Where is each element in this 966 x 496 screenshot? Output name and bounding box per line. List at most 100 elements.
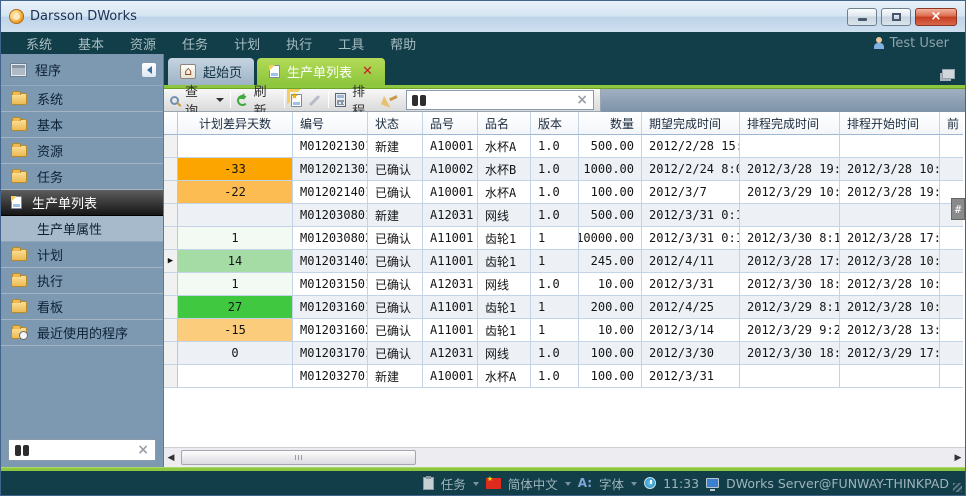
column-header[interactable]: 品名 (478, 112, 531, 135)
table-row[interactable]: ▶ 14 M012031402 已确认 A11001 齿轮1 1 245.00 … (164, 250, 965, 273)
menu-item[interactable]: 资源 (117, 34, 169, 53)
hash-marker[interactable]: # (951, 198, 965, 220)
close-button[interactable]: × (915, 8, 957, 26)
sidebar-item[interactable]: 系统 (1, 86, 163, 112)
column-header[interactable]: 计划差异天数 (178, 112, 293, 135)
maximize-button[interactable] (881, 8, 911, 26)
window-list-icon[interactable] (942, 69, 955, 79)
column-header[interactable]: 品号 (423, 112, 478, 135)
sidebar-item[interactable]: 执行 (1, 268, 163, 294)
sidebar-item-icon (11, 275, 27, 287)
resize-grip[interactable] (953, 483, 962, 492)
column-header[interactable]: 期望完成时间 (642, 112, 740, 135)
row-selector[interactable]: ▶ (164, 227, 178, 250)
column-header[interactable]: 排程开始时间 (840, 112, 940, 135)
sidebar-search-clear-icon[interactable]: × (137, 443, 149, 457)
toolbar: 查询 刷新 排程 × (164, 89, 601, 112)
row-selector[interactable]: ▶ (164, 158, 178, 181)
row-selector[interactable]: ▶ (164, 342, 178, 365)
menu-item[interactable]: 帮助 (377, 34, 429, 53)
row-selector[interactable]: ▶ (164, 135, 178, 158)
menu-item[interactable]: 执行 (273, 34, 325, 53)
table-row[interactable]: ▶ M012032701 新建 A10001 水杯A 1.0 100.00 20… (164, 365, 965, 388)
table-row[interactable]: ▶ -22 M012021401 已确认 A10001 水杯A 1.0 100.… (164, 181, 965, 204)
table-row[interactable]: ▶ 0 M012031701 已确认 A12031 网线 1.0 100.00 … (164, 342, 965, 365)
sidebar-item-label: 计划 (37, 245, 63, 264)
sidebar-item[interactable]: 最近使用的程序 (1, 320, 163, 346)
column-header[interactable]: 前 (940, 112, 963, 135)
sidebar-collapse-button[interactable] (141, 62, 157, 78)
task-menu[interactable]: 任务 (441, 474, 466, 493)
query-dropdown-icon[interactable] (216, 98, 224, 106)
language-dropdown-icon[interactable] (565, 482, 571, 489)
cell-status: 已确认 (368, 181, 423, 204)
horizontal-scrollbar[interactable]: ◀ ▶ (164, 447, 965, 467)
sidebar-item[interactable]: 任务 (1, 164, 163, 190)
row-selector[interactable]: ▶ (164, 273, 178, 296)
sidebar-item[interactable]: 基本 (1, 112, 163, 138)
font-menu[interactable]: 字体 (599, 474, 624, 493)
menu-item[interactable]: 基本 (65, 34, 117, 53)
row-selector[interactable]: ▶ (164, 319, 178, 342)
toolbar-search-clear-icon[interactable]: × (576, 93, 588, 107)
menu-item[interactable]: 任务 (169, 34, 221, 53)
sidebar-item[interactable]: 生产单列表 (1, 190, 163, 216)
table-row[interactable]: ▶ M012021301 新建 A10001 水杯A 1.0 500.00 20… (164, 135, 965, 158)
table-row[interactable]: ▶ -33 M012021302 已确认 A10002 水杯B 1.0 1000… (164, 158, 965, 181)
tab-start-page[interactable]: ⌂ 起始页 (168, 58, 254, 85)
row-selector[interactable]: ▶ (164, 181, 178, 204)
sidebar-item-icon (11, 301, 27, 313)
sidebar-search-input[interactable] (35, 443, 131, 457)
menu-item[interactable]: 工具 (325, 34, 377, 53)
toolbar-strip: 查询 刷新 排程 × (164, 89, 965, 112)
new-order-icon[interactable] (291, 94, 302, 107)
cell-version: 1.0 (531, 204, 579, 227)
task-dropdown-icon[interactable] (473, 482, 479, 489)
row-selector[interactable]: ▶ (164, 365, 178, 388)
cell-schedule-start: 2012/3/28 10:52 (840, 158, 940, 181)
table-row[interactable]: ▶ M012030801 新建 A12031 网线 1.0 500.00 201… (164, 204, 965, 227)
language-menu[interactable]: 简体中文 (508, 474, 558, 493)
column-header[interactable]: 版本 (531, 112, 579, 135)
clear-schedule-icon[interactable] (381, 91, 398, 109)
font-dropdown-icon[interactable] (631, 482, 637, 489)
row-selector[interactable]: ▶ (164, 250, 178, 273)
minimize-button[interactable] (847, 8, 877, 26)
menu-item[interactable]: 系统 (13, 34, 65, 53)
table-row[interactable]: ▶ 1 M012030802 已确认 A11001 齿轮1 1 10000.00… (164, 227, 965, 250)
table-row[interactable]: ▶ -15 M012031602 已确认 A11001 齿轮1 1 10.00 … (164, 319, 965, 342)
sidebar-item[interactable]: 生产单属性 (1, 216, 163, 242)
current-row-icon: ▶ (168, 256, 173, 266)
sidebar-item-label: 执行 (37, 271, 63, 290)
sidebar-item[interactable]: 计划 (1, 242, 163, 268)
program-icon (11, 64, 26, 76)
toolbar-search-input[interactable] (432, 93, 570, 107)
column-header[interactable]: 排程完成时间 (740, 112, 840, 135)
tab-strip: ⌂ 起始页 生产单列表 ✕ (164, 54, 965, 85)
column-header[interactable]: 数量 (579, 112, 642, 135)
user-indicator[interactable]: Test User (873, 36, 953, 51)
scroll-right-icon[interactable]: ▶ (951, 453, 965, 463)
table-row[interactable]: ▶ 1 M012031501 已确认 A12031 网线 1.0 10.00 2… (164, 273, 965, 296)
cell-item-name: 水杯B (478, 158, 531, 181)
edit-icon[interactable] (309, 94, 321, 106)
column-header[interactable]: 状态 (368, 112, 423, 135)
column-header[interactable]: 编号 (293, 112, 368, 135)
tab-close-icon[interactable]: ✕ (362, 64, 373, 79)
cell-expected-finish: 2012/3/31 (642, 273, 740, 296)
sidebar-item[interactable]: 看板 (1, 294, 163, 320)
menu-item[interactable]: 计划 (221, 34, 273, 53)
table-row[interactable]: ▶ 27 M012031601 已确认 A11001 齿轮1 1 200.00 … (164, 296, 965, 319)
cell-status: 已确认 (368, 296, 423, 319)
cell-extra (940, 296, 963, 319)
scrollbar-thumb[interactable] (181, 450, 416, 465)
sidebar-item[interactable]: 资源 (1, 138, 163, 164)
row-selector[interactable]: ▶ (164, 296, 178, 319)
title-bar: Darsson DWorks × (1, 1, 965, 32)
cell-item-name: 水杯A (478, 365, 531, 388)
cell-item-name: 齿轮1 (478, 250, 531, 273)
cell-plan-diff-days: 14 (178, 250, 293, 273)
cell-plan-diff-days: 1 (178, 227, 293, 250)
scroll-left-icon[interactable]: ◀ (164, 453, 178, 463)
row-selector[interactable]: ▶ (164, 204, 178, 227)
